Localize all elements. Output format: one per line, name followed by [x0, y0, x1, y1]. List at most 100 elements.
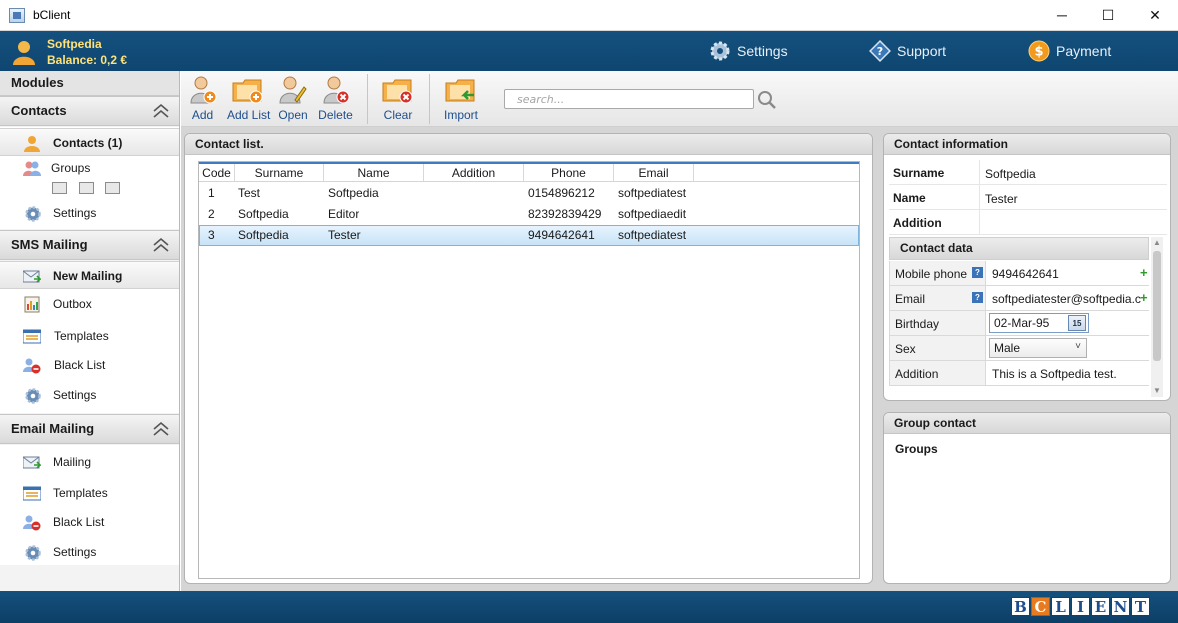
contact-data-header: Contact data [889, 237, 1149, 260]
gear-icon [25, 388, 41, 404]
person-icon [24, 136, 40, 152]
section-sms-header[interactable]: SMS Mailing [0, 230, 179, 260]
addition-field[interactable]: This is a Softpedia test. [992, 367, 1142, 381]
column-header-email[interactable]: Email [614, 164, 694, 182]
sidebar-item-sms-blacklist[interactable]: Black List [0, 351, 179, 379]
close-button[interactable]: ✕ [1132, 0, 1178, 31]
window-title: bClient [33, 8, 71, 22]
sidebar-item-label: Settings [53, 545, 97, 559]
info-row-name: Name Tester [889, 185, 1167, 210]
email-field[interactable]: softpediatester@softpedia.c [992, 292, 1142, 306]
info-label: Name [893, 191, 926, 205]
birthday-date-input[interactable]: 02-Mar-95 15 [989, 313, 1089, 333]
add-phone-icon[interactable]: + [1140, 265, 1148, 280]
user-icon [13, 41, 35, 65]
scroll-up-icon[interactable]: ▲ [1151, 237, 1163, 249]
section-email-title: Email Mailing [11, 421, 95, 436]
column-header-name[interactable]: Name [324, 164, 424, 182]
toolbar: Add Add List Open Delete Clear Import [181, 71, 1178, 127]
sidebar-item-label: New Mailing [53, 269, 123, 283]
help-icon[interactable]: ? [972, 267, 983, 278]
edit-group-icon[interactable] [79, 182, 94, 194]
collapse-chevron-icon[interactable] [152, 421, 170, 437]
search-icon[interactable] [757, 90, 777, 110]
mobile-phone-field[interactable]: 9494642641 [992, 267, 1142, 281]
sidebar-item-email-blacklist[interactable]: Black List [0, 508, 179, 536]
column-header-surname[interactable]: Surname [235, 164, 324, 182]
logo-letter: B [1011, 597, 1030, 616]
add-button[interactable]: Add [185, 75, 220, 125]
maximize-button[interactable]: ☐ [1085, 0, 1131, 31]
table-row-selected[interactable]: 3 Softpedia Tester 9494642641 softpediat… [199, 225, 859, 246]
scroll-thumb[interactable] [1153, 251, 1161, 361]
info-value[interactable]: Tester [985, 192, 1018, 206]
scroll-down-icon[interactable]: ▼ [1151, 385, 1163, 397]
svg-text:?: ? [877, 45, 883, 58]
cell-phone: 9494642641 [528, 228, 595, 242]
blacklist-icon [23, 358, 41, 374]
sidebar-item-new-mailing[interactable]: New Mailing [0, 261, 179, 289]
section-contacts-header[interactable]: Contacts [0, 96, 179, 126]
add-group-icon[interactable] [52, 182, 67, 194]
delete-group-icon[interactable] [105, 182, 120, 194]
gear-icon [25, 206, 41, 222]
logo-letter: C [1031, 597, 1050, 616]
header-settings-label: Settings [737, 43, 788, 59]
sidebar-item-groups[interactable]: Groups [0, 155, 179, 183]
table-row[interactable]: 1 Test Softpedia 0154896212 softpediates… [199, 183, 859, 204]
divider [979, 210, 980, 235]
sidebar-item-email-settings[interactable]: Settings [0, 538, 179, 566]
minimize-button[interactable]: ─ [1039, 0, 1085, 31]
open-button[interactable]: Open [276, 75, 310, 125]
delete-button[interactable]: Delete [317, 75, 354, 125]
contact-info-title: Contact information [884, 134, 1170, 155]
info-row-addition: Addition [889, 210, 1167, 235]
import-button[interactable]: Import [442, 75, 480, 125]
sidebar-item-sms-templates[interactable]: Templates [0, 322, 179, 350]
sidebar-item-email-templates[interactable]: Templates [0, 479, 179, 507]
column-header-addition[interactable]: Addition [424, 164, 524, 182]
header-band: Softpedia Balance: 0,2 € Settings ? Supp… [0, 31, 1178, 71]
section-email-header[interactable]: Email Mailing [0, 414, 179, 444]
info-value[interactable]: Softpedia [985, 167, 1036, 181]
bclient-logo: BCLIENT [1011, 597, 1151, 617]
clear-button[interactable]: Clear [380, 75, 416, 125]
cell-phone: 0154896212 [528, 186, 595, 200]
header-settings-link[interactable]: Settings [709, 38, 819, 64]
group-contact-title: Group contact [884, 413, 1170, 434]
sidebar-item-label: Templates [54, 329, 109, 343]
header-payment-label: Payment [1056, 43, 1112, 59]
sidebar-item-contacts[interactable]: Contacts (1) [0, 128, 179, 156]
sidebar-item-sms-settings[interactable]: Settings [0, 381, 179, 409]
add-email-icon[interactable]: + [1140, 290, 1148, 305]
calendar-icon[interactable]: 15 [1068, 315, 1086, 331]
collapse-chevron-icon[interactable] [152, 237, 170, 253]
sidebar-item-contacts-settings[interactable]: Settings [0, 200, 179, 228]
sex-select[interactable]: Male ˅ [989, 338, 1087, 358]
cell-name: Editor [328, 207, 360, 221]
sidebar-item-email-mailing[interactable]: Mailing [0, 448, 179, 476]
header-payment-link[interactable]: $ Payment [1028, 38, 1138, 64]
collapse-chevron-icon[interactable] [152, 103, 170, 119]
new-mail-icon [23, 270, 41, 283]
logo-letter: N [1111, 597, 1130, 616]
divider [979, 160, 980, 185]
table-row[interactable]: 2 Softpedia Editor 82392839429 softpedia… [199, 204, 859, 225]
contact-data-scrollbar[interactable]: ▲ ▼ [1151, 237, 1163, 397]
search-input[interactable] [504, 89, 754, 109]
cell-email: softpediaedit [618, 207, 687, 221]
cell-email: softpediatest [618, 186, 687, 200]
help-icon[interactable]: ? [972, 292, 983, 303]
column-header-phone[interactable]: Phone [524, 164, 614, 182]
contact-data-email: Email ? softpediatester@softpedia.c + [889, 286, 1149, 311]
logo-letter: T [1131, 597, 1150, 616]
info-row-surname: Surname Softpedia [889, 160, 1167, 185]
header-support-link[interactable]: ? Support [869, 38, 979, 64]
sidebar-item-outbox[interactable]: Outbox [0, 290, 179, 318]
help-diamond-icon: ? [869, 40, 891, 62]
svg-text:$: $ [1034, 45, 1043, 60]
dollar-coin-icon: $ [1028, 40, 1050, 62]
column-header-code[interactable]: Code [199, 164, 235, 182]
add-list-button[interactable]: Add List [227, 75, 270, 125]
cell-surname: Softpedia [238, 228, 289, 242]
